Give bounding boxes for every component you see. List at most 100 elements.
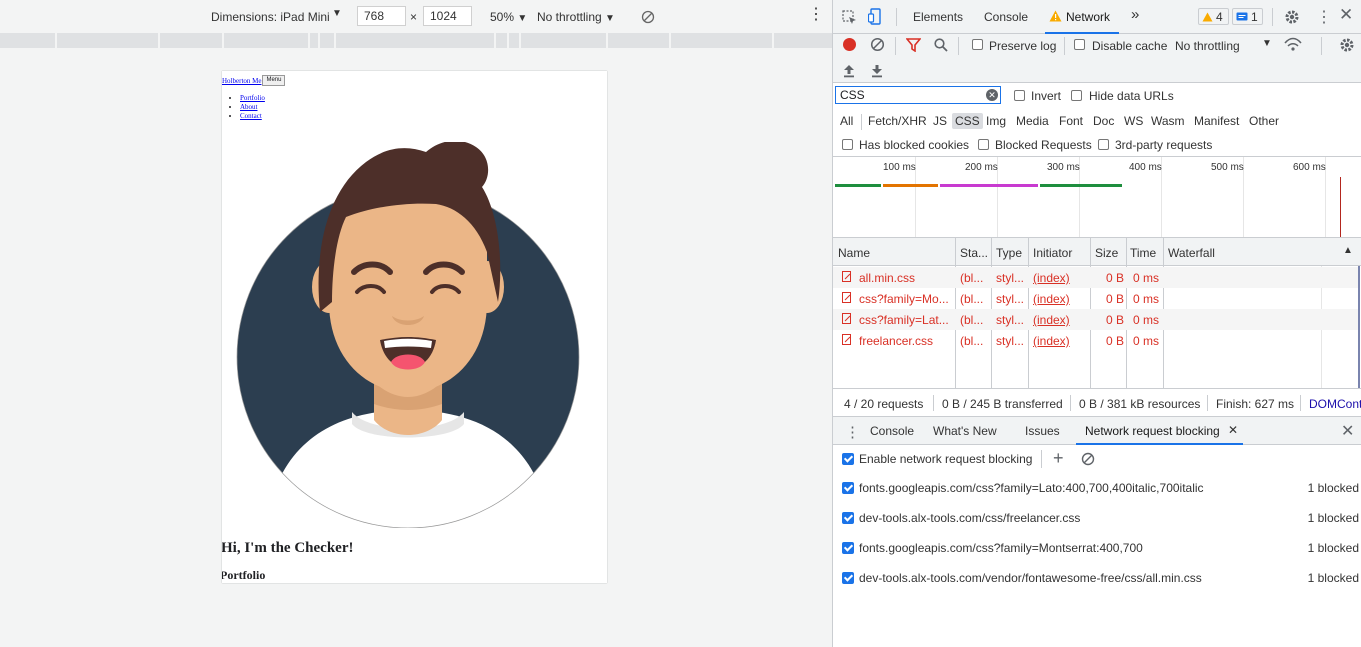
- device-select[interactable]: Dimensions: iPad Mini: [211, 10, 330, 24]
- pattern-checkbox[interactable]: [842, 512, 854, 524]
- col-size[interactable]: Size: [1095, 246, 1118, 260]
- zoom-select[interactable]: 50% ▼: [490, 10, 527, 24]
- hide-data-urls-checkbox[interactable]: [1071, 90, 1082, 101]
- filter-icon[interactable]: [906, 38, 921, 52]
- col-status[interactable]: Sta...: [960, 246, 988, 260]
- network-conditions-icon[interactable]: [1284, 37, 1302, 52]
- pattern-checkbox[interactable]: [842, 542, 854, 554]
- caret-down-icon[interactable]: ▼: [332, 8, 342, 19]
- table-row[interactable]: css?family=Lat... (bl... styl... (index)…: [833, 309, 1358, 330]
- drawer-tab-console[interactable]: Console: [870, 424, 914, 438]
- tab-elements[interactable]: Elements: [913, 10, 963, 24]
- site-brand-link[interactable]: Holberton Me: [222, 77, 261, 85]
- tab-network[interactable]: Network: [1066, 10, 1110, 24]
- request-initiator[interactable]: (index): [1033, 292, 1070, 306]
- close-tab-icon[interactable]: ✕: [1228, 423, 1238, 437]
- caret-down-icon[interactable]: ▼: [1262, 38, 1272, 49]
- clear-icon[interactable]: [870, 37, 885, 52]
- request-initiator[interactable]: (index): [1033, 271, 1070, 285]
- type-filter-css[interactable]: CSS: [952, 113, 983, 129]
- list-item[interactable]: fonts.googleapis.com/css?family=Montserr…: [833, 533, 1361, 563]
- throttling-select[interactable]: No throttling: [1175, 39, 1240, 53]
- menu-button[interactable]: Menu: [262, 75, 286, 86]
- type-filter-all[interactable]: All: [837, 113, 856, 129]
- rotate-disabled-icon[interactable]: [641, 10, 655, 24]
- third-party-checkbox[interactable]: [1098, 139, 1109, 150]
- type-filter-ws[interactable]: WS: [1121, 113, 1146, 129]
- list-item[interactable]: fonts.googleapis.com/css?family=Lato:400…: [833, 473, 1361, 503]
- col-name[interactable]: Name: [838, 246, 870, 260]
- drawer-tab-network-request-blocking[interactable]: Network request blocking: [1085, 424, 1220, 438]
- pattern-text: dev-tools.alx-tools.com/vendor/fontaweso…: [859, 571, 1202, 585]
- nav-link-portfolio[interactable]: Portfolio: [240, 94, 265, 102]
- col-time[interactable]: Time: [1130, 246, 1156, 260]
- table-row[interactable]: all.min.css (bl... styl... (index) 0 B 0…: [833, 267, 1358, 288]
- request-initiator[interactable]: (index): [1033, 334, 1070, 348]
- type-filter-img[interactable]: Img: [983, 113, 1009, 129]
- height-input[interactable]: [423, 6, 472, 26]
- invert-checkbox[interactable]: [1014, 90, 1025, 101]
- search-icon[interactable]: [934, 38, 948, 52]
- network-overview-timeline[interactable]: 100 ms 200 ms 300 ms 400 ms 500 ms 600 m…: [833, 157, 1361, 238]
- drawer-tab-whats-new[interactable]: What's New: [933, 424, 997, 438]
- tab-console[interactable]: Console: [984, 10, 1028, 24]
- table-row[interactable]: freelancer.css (bl... styl... (index) 0 …: [833, 330, 1358, 351]
- type-filter-manifest[interactable]: Manifest: [1191, 113, 1242, 129]
- messages-badge[interactable]: 1: [1232, 8, 1263, 25]
- network-settings-gear-icon[interactable]: [1339, 37, 1355, 53]
- type-filter-other[interactable]: Other: [1246, 113, 1282, 129]
- width-input[interactable]: [357, 6, 406, 26]
- list-item[interactable]: dev-tools.alx-tools.com/vendor/fontaweso…: [833, 563, 1361, 593]
- enable-blocking-checkbox[interactable]: [842, 453, 854, 465]
- type-filter-doc[interactable]: Doc: [1090, 113, 1117, 129]
- sort-up-icon[interactable]: ▲: [1343, 245, 1353, 256]
- import-har-icon[interactable]: [843, 64, 855, 78]
- inspect-element-icon[interactable]: [842, 10, 857, 25]
- request-time: 0 ms: [1133, 271, 1160, 285]
- more-tabs-icon[interactable]: »: [1131, 6, 1139, 23]
- add-pattern-icon[interactable]: +: [1053, 448, 1064, 469]
- type-filter-wasm[interactable]: Wasm: [1148, 113, 1188, 129]
- nav-item: About: [240, 103, 265, 112]
- type-filter-font[interactable]: Font: [1056, 113, 1086, 129]
- device-toggle-icon[interactable]: [868, 8, 882, 25]
- record-icon[interactable]: [842, 37, 857, 52]
- scrollbar[interactable]: [1358, 266, 1360, 388]
- timeline-bar: [1040, 184, 1122, 187]
- type-filter-fetch-xhr[interactable]: Fetch/XHR: [865, 113, 930, 129]
- media-query-ruler[interactable]: [0, 33, 832, 48]
- col-type[interactable]: Type: [996, 246, 1022, 260]
- close-devtools-icon[interactable]: ✕: [1339, 5, 1353, 25]
- drawer-menu-icon[interactable]: ⋮: [845, 423, 860, 441]
- type-filter-js[interactable]: JS: [930, 113, 950, 129]
- pattern-checkbox[interactable]: [842, 482, 854, 494]
- clear-filter-icon[interactable]: ✕: [986, 89, 998, 101]
- device-emulation-pane: Dimensions: iPad Mini ▼ × 50% ▼ No throt…: [0, 0, 832, 647]
- resource-type-filters: All Fetch/XHR JS CSS Img Media Font Doc …: [833, 109, 1361, 133]
- type-filter-media[interactable]: Media: [1013, 113, 1052, 129]
- more-options-icon[interactable]: ⋮: [808, 7, 824, 23]
- export-har-icon[interactable]: [871, 64, 883, 78]
- filter-input[interactable]: [835, 86, 1001, 104]
- disable-cache-checkbox[interactable]: [1074, 39, 1085, 50]
- request-type: styl...: [996, 334, 1025, 348]
- preserve-log-checkbox[interactable]: [972, 39, 983, 50]
- throttling-select[interactable]: No throttling ▼: [537, 10, 615, 24]
- table-row[interactable]: css?family=Mo... (bl... styl... (index) …: [833, 288, 1358, 309]
- close-drawer-icon[interactable]: ✕: [1341, 421, 1354, 441]
- warnings-badge[interactable]: 4: [1198, 8, 1229, 25]
- settings-gear-icon[interactable]: [1284, 9, 1300, 25]
- more-options-icon[interactable]: ⋮: [1316, 7, 1332, 27]
- blocked-cookies-checkbox[interactable]: [842, 139, 853, 150]
- blocked-requests-checkbox[interactable]: [978, 139, 989, 150]
- pattern-checkbox[interactable]: [842, 572, 854, 584]
- list-item[interactable]: dev-tools.alx-tools.com/css/freelancer.c…: [833, 503, 1361, 533]
- nav-link-about[interactable]: About: [240, 103, 258, 111]
- drawer-tab-issues[interactable]: Issues: [1025, 424, 1060, 438]
- request-initiator[interactable]: (index): [1033, 313, 1070, 327]
- col-initiator[interactable]: Initiator: [1033, 246, 1072, 260]
- col-waterfall[interactable]: Waterfall: [1168, 246, 1215, 260]
- warnings-count: 4: [1216, 10, 1223, 24]
- nav-link-contact[interactable]: Contact: [240, 112, 262, 120]
- remove-all-patterns-icon[interactable]: [1081, 452, 1095, 466]
